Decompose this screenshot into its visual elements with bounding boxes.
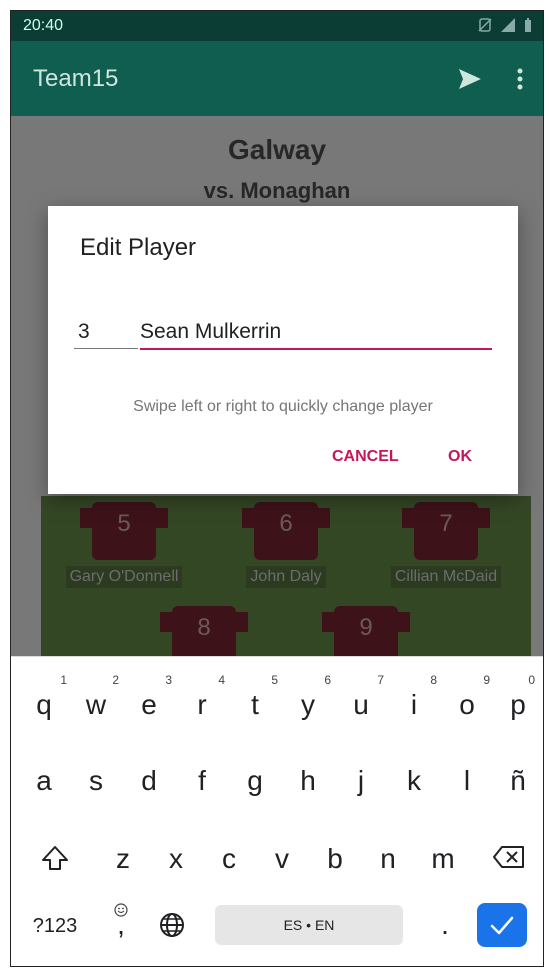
key-s[interactable]: s <box>83 765 109 797</box>
key-g[interactable]: g <box>242 765 268 797</box>
swipe-hint: Swipe left or right to quickly change pl… <box>133 398 433 415</box>
key-w[interactable]: w2 <box>83 673 119 721</box>
edit-player-dialog: Edit Player Swipe left or right to quick… <box>48 206 518 494</box>
battery-icon <box>525 18 531 32</box>
key-r[interactable]: r4 <box>189 673 225 721</box>
app-bar: Team15 <box>11 41 543 116</box>
status-icons <box>477 17 533 33</box>
key-b[interactable]: b <box>322 843 348 875</box>
globe-icon <box>160 913 184 937</box>
cancel-button[interactable]: CANCEL <box>332 448 399 466</box>
key-k[interactable]: k <box>401 765 427 797</box>
key-y[interactable]: y6 <box>295 673 331 721</box>
phone-screen: 20:40 Team15 Galway vs. Monaghan 5 Gary … <box>10 10 544 967</box>
key-z[interactable]: z <box>110 843 136 875</box>
player-number-field[interactable] <box>74 316 138 349</box>
dialog-title: Edit Player <box>80 234 197 261</box>
soft-keyboard: q1 w2 e3 r4 t5 y6 u7 i8 o9 p0 a s d f g … <box>11 656 543 966</box>
symbols-key[interactable]: ?123 <box>27 915 83 938</box>
key-e[interactable]: e3 <box>136 673 172 721</box>
key-t[interactable]: t5 <box>242 673 278 721</box>
key-i[interactable]: i8 <box>401 673 437 721</box>
key-l[interactable]: l <box>454 765 480 797</box>
key-h[interactable]: h <box>295 765 321 797</box>
enter-key[interactable] <box>477 903 527 947</box>
key-x[interactable]: x <box>163 843 189 875</box>
key-n-tilde[interactable]: ñ <box>505 765 531 797</box>
check-icon <box>490 916 514 935</box>
space-bar[interactable]: ES • EN <box>215 905 403 945</box>
key-v[interactable]: v <box>269 843 295 875</box>
signal-icon <box>501 18 515 32</box>
language-key[interactable] <box>157 911 187 946</box>
key-p[interactable]: p0 <box>505 673 535 721</box>
key-d[interactable]: d <box>136 765 162 797</box>
status-bar: 20:40 <box>11 11 543 41</box>
status-time: 20:40 <box>23 17 64 34</box>
ok-button[interactable]: OK <box>448 448 472 466</box>
period-key[interactable]: . <box>435 909 455 941</box>
more-vert-icon[interactable] <box>517 67 523 91</box>
emoji-comma-key[interactable]: , <box>109 903 133 939</box>
backspace-icon <box>493 846 524 868</box>
key-q[interactable]: q1 <box>31 673 67 721</box>
key-a[interactable]: a <box>31 765 57 797</box>
key-c[interactable]: c <box>216 843 242 875</box>
key-m[interactable]: m <box>426 843 460 875</box>
key-n[interactable]: n <box>375 843 401 875</box>
shift-icon <box>42 846 68 870</box>
backspace-key[interactable] <box>489 843 529 878</box>
send-icon[interactable] <box>457 67 483 91</box>
shift-key[interactable] <box>35 843 75 880</box>
key-j[interactable]: j <box>348 765 374 797</box>
key-o[interactable]: o9 <box>454 673 490 721</box>
key-u[interactable]: u7 <box>348 673 384 721</box>
silent-mode-icon <box>478 18 492 32</box>
app-title: Team15 <box>33 65 119 92</box>
key-f[interactable]: f <box>189 765 215 797</box>
player-name-field[interactable] <box>140 316 492 350</box>
